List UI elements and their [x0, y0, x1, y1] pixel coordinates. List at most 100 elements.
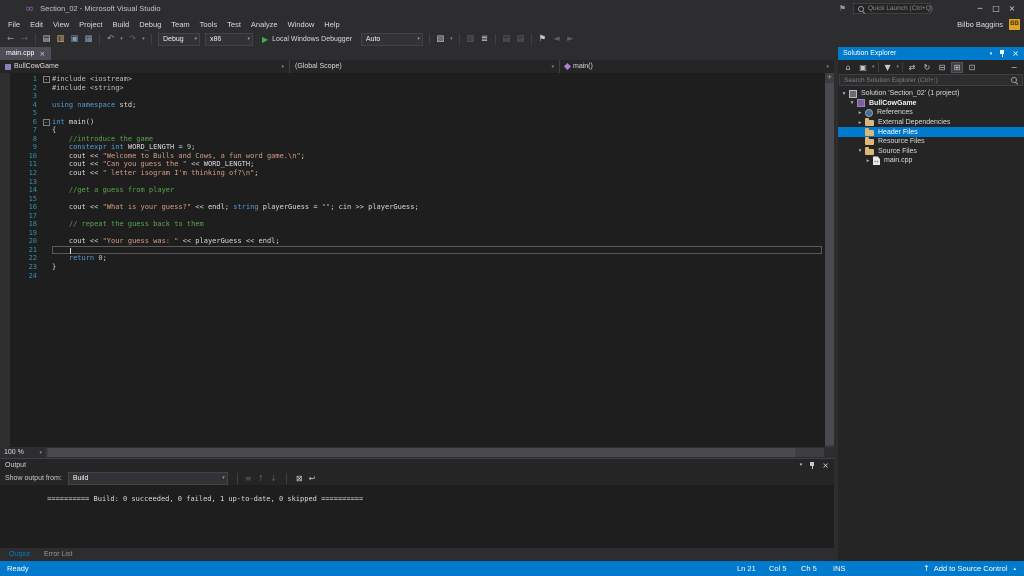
code-line-7[interactable]: 7{: [0, 126, 834, 135]
code-line-3[interactable]: 3: [0, 92, 834, 101]
output-source-dropdown[interactable]: Build ▾: [68, 472, 228, 485]
code-line-2[interactable]: 2#include <string>: [0, 84, 834, 93]
code-line-23[interactable]: 23}: [0, 263, 834, 272]
show-all-files-icon[interactable]: ⊞: [951, 62, 963, 73]
user-avatar[interactable]: BB: [1009, 19, 1020, 30]
tree-item-resource-files[interactable]: Resource Files: [838, 137, 1024, 147]
pending-changes-filter-icon[interactable]: ▼: [882, 63, 894, 72]
properties-icon[interactable]: ⊡: [966, 63, 978, 72]
output-panel-header[interactable]: Output ▾ ×: [0, 459, 834, 471]
maximize-button[interactable]: □: [989, 4, 1003, 13]
code-line-15[interactable]: 15: [0, 195, 834, 204]
code-line-6[interactable]: 6-int main(): [0, 118, 834, 127]
navigate-backward-icon[interactable]: ←: [4, 32, 17, 46]
menu-window[interactable]: Window: [283, 19, 320, 30]
undo-icon[interactable]: ↶: [104, 32, 117, 46]
output-content[interactable]: ========== Build: 0 succeeded, 0 failed,…: [0, 485, 834, 548]
code-line-22[interactable]: 22 return 0;: [0, 254, 834, 263]
tree-item-references[interactable]: ▸References: [838, 108, 1024, 118]
menu-debug[interactable]: Debug: [134, 19, 166, 30]
code-line-16[interactable]: 16 cout << "What is your guess?" << endl…: [0, 203, 834, 212]
code-line-12[interactable]: 12 cout << " letter isogram I'm thinking…: [0, 169, 834, 178]
start-debugging-button[interactable]: ▶Local Windows Debugger: [256, 32, 358, 46]
code-line-14[interactable]: 14 //get a guess from player: [0, 186, 834, 195]
code-line-20[interactable]: 20 cout << "Your guess was: " << playerG…: [0, 237, 834, 246]
code-line-18[interactable]: 18 // repeat the guess back to them: [0, 220, 834, 229]
menu-help[interactable]: Help: [319, 19, 344, 30]
tab-close-icon[interactable]: ×: [39, 50, 45, 58]
debug-type-dropdown[interactable]: Auto▾: [361, 33, 423, 46]
expander-icon[interactable]: ▸: [856, 120, 864, 126]
redo-icon[interactable]: ↷: [126, 32, 139, 46]
clear-all-icon[interactable]: ⊠: [296, 474, 303, 483]
solution-configurations-dropdown[interactable]: Debug▾: [158, 33, 200, 46]
collapse-all-icon[interactable]: ⊟: [936, 63, 948, 72]
code-line-19[interactable]: 19: [0, 229, 834, 238]
previous-bookmark-icon[interactable]: ◄: [550, 32, 563, 46]
close-button[interactable]: ×: [1005, 4, 1019, 13]
minimize-button[interactable]: ─: [973, 4, 987, 13]
user-name[interactable]: Bilbo Baggins: [957, 20, 1003, 29]
code-line-4[interactable]: 4using namespace std;: [0, 101, 834, 110]
close-panel-icon[interactable]: ×: [1012, 49, 1019, 58]
switch-views-icon[interactable]: ▣: [857, 63, 869, 72]
code-line-24[interactable]: 24: [0, 272, 834, 281]
close-panel-icon[interactable]: ×: [822, 461, 829, 470]
expander-icon[interactable]: ▾: [856, 148, 864, 154]
fold-toggle-icon[interactable]: -: [40, 75, 52, 84]
editor-horizontal-scrollbar[interactable]: [46, 448, 824, 457]
project-dropdown[interactable]: BullCowGame ▾: [0, 60, 290, 73]
editor-split-handle[interactable]: +: [825, 73, 834, 82]
notifications-flag-icon[interactable]: ⚑: [839, 4, 846, 13]
quick-launch-search[interactable]: Quick Launch (Ctrl+Q): [853, 3, 931, 14]
find-message-icon[interactable]: ≡: [245, 474, 252, 483]
code-line-5[interactable]: 5: [0, 109, 834, 118]
expander-icon[interactable]: ▸: [864, 158, 872, 164]
member-dropdown[interactable]: main() ▾: [560, 60, 834, 73]
new-project-icon[interactable]: ▤: [40, 32, 53, 46]
comment-out-icon[interactable]: ▤: [500, 32, 513, 46]
dropdown-caret-icon[interactable]: ▾: [140, 36, 147, 42]
solution-platforms-dropdown[interactable]: x86▾: [205, 33, 253, 46]
code-line-10[interactable]: 10 cout << "Welcome to Bulls and Cows, a…: [0, 152, 834, 161]
refresh-icon[interactable]: ↻: [921, 63, 933, 72]
tree-item-bullcowgame[interactable]: ▾BullCowGame: [838, 99, 1024, 109]
toggle-bookmark-icon[interactable]: ⚑: [536, 32, 549, 46]
add-to-source-control-button[interactable]: ↑ Add to Source Control ▴: [915, 561, 1024, 576]
dropdown-caret-icon[interactable]: ▾: [118, 36, 125, 42]
pin-icon[interactable]: [809, 461, 815, 470]
code-editor[interactable]: 1-#include <iostream>2#include <string>3…: [0, 73, 834, 447]
menu-edit[interactable]: Edit: [25, 19, 48, 30]
menu-test[interactable]: Test: [222, 19, 246, 30]
solution-explorer-search[interactable]: Search Solution Explorer (Ctrl+;): [839, 74, 1023, 86]
navigate-to-icon[interactable]: ≣: [478, 32, 491, 46]
tree-item-solution-section-02-1-project[interactable]: ▾Solution 'Section_02' (1 project): [838, 89, 1024, 99]
expander-icon[interactable]: ▸: [856, 110, 864, 116]
expander-icon[interactable]: ▾: [840, 91, 848, 97]
code-line-1[interactable]: 1-#include <iostream>: [0, 75, 834, 84]
save-all-icon[interactable]: ▦: [82, 32, 95, 46]
code-line-21[interactable]: 21: [0, 246, 834, 255]
dropdown-caret-icon[interactable]: ▾: [897, 64, 900, 70]
sync-with-active-document-icon[interactable]: ⇄: [906, 63, 918, 72]
find-in-files-icon[interactable]: ▨: [464, 32, 477, 46]
attach-to-process-icon[interactable]: ▧: [434, 32, 447, 46]
dropdown-caret-icon[interactable]: ▾: [872, 64, 875, 70]
next-message-icon[interactable]: ↓: [270, 474, 277, 483]
open-file-icon[interactable]: ▥: [54, 32, 67, 46]
pane-tab-error-list[interactable]: Error List: [37, 548, 79, 561]
home-icon[interactable]: ⌂: [842, 63, 854, 72]
menu-file[interactable]: File: [3, 19, 25, 30]
editor-vertical-scrollbar[interactable]: +: [825, 73, 834, 447]
pin-icon[interactable]: [999, 49, 1005, 58]
navigate-forward-icon[interactable]: →: [18, 32, 31, 46]
dropdown-caret-icon[interactable]: ▾: [448, 36, 455, 42]
menu-view[interactable]: View: [48, 19, 74, 30]
scrollbar-thumb[interactable]: [48, 448, 795, 457]
tree-item-header-files[interactable]: Header Files: [838, 127, 1024, 137]
menu-analyze[interactable]: Analyze: [246, 19, 283, 30]
menu-team[interactable]: Team: [166, 19, 194, 30]
menu-build[interactable]: Build: [108, 19, 135, 30]
window-position-icon[interactable]: ▾: [800, 462, 803, 468]
solution-explorer-title-bar[interactable]: Solution Explorer ▾ ×: [838, 47, 1024, 60]
